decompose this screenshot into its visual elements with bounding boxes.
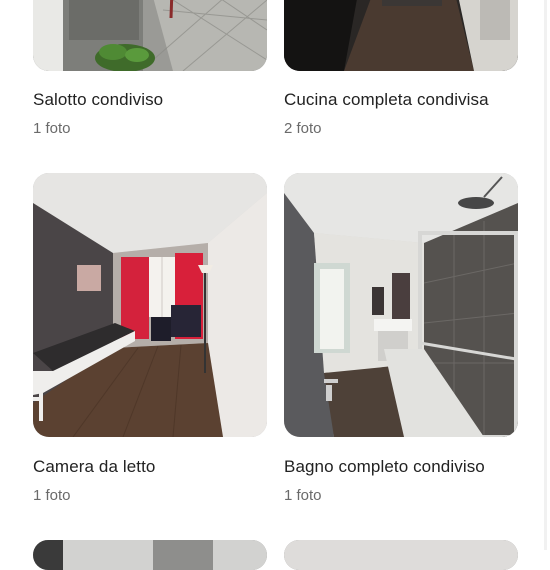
photo-count: 1 foto [284,487,322,504]
living-room-photo[interactable] [33,0,267,71]
photo-count: 1 foto [33,487,71,504]
room-photo[interactable] [33,540,267,570]
room-photo[interactable] [284,540,518,570]
scrollbar[interactable] [544,0,547,550]
room-title: Cucina completa condivisa [284,90,489,109]
bedroom-photo[interactable] [33,173,267,437]
room-title: Salotto condiviso [33,90,164,109]
room-title: Camera da letto [33,457,156,476]
photo-count: 2 foto [284,120,322,137]
kitchen-photo[interactable] [284,0,518,71]
room-title: Bagno completo condiviso [284,457,485,476]
bathroom-photo[interactable] [284,173,518,437]
photo-count: 1 foto [33,120,71,137]
